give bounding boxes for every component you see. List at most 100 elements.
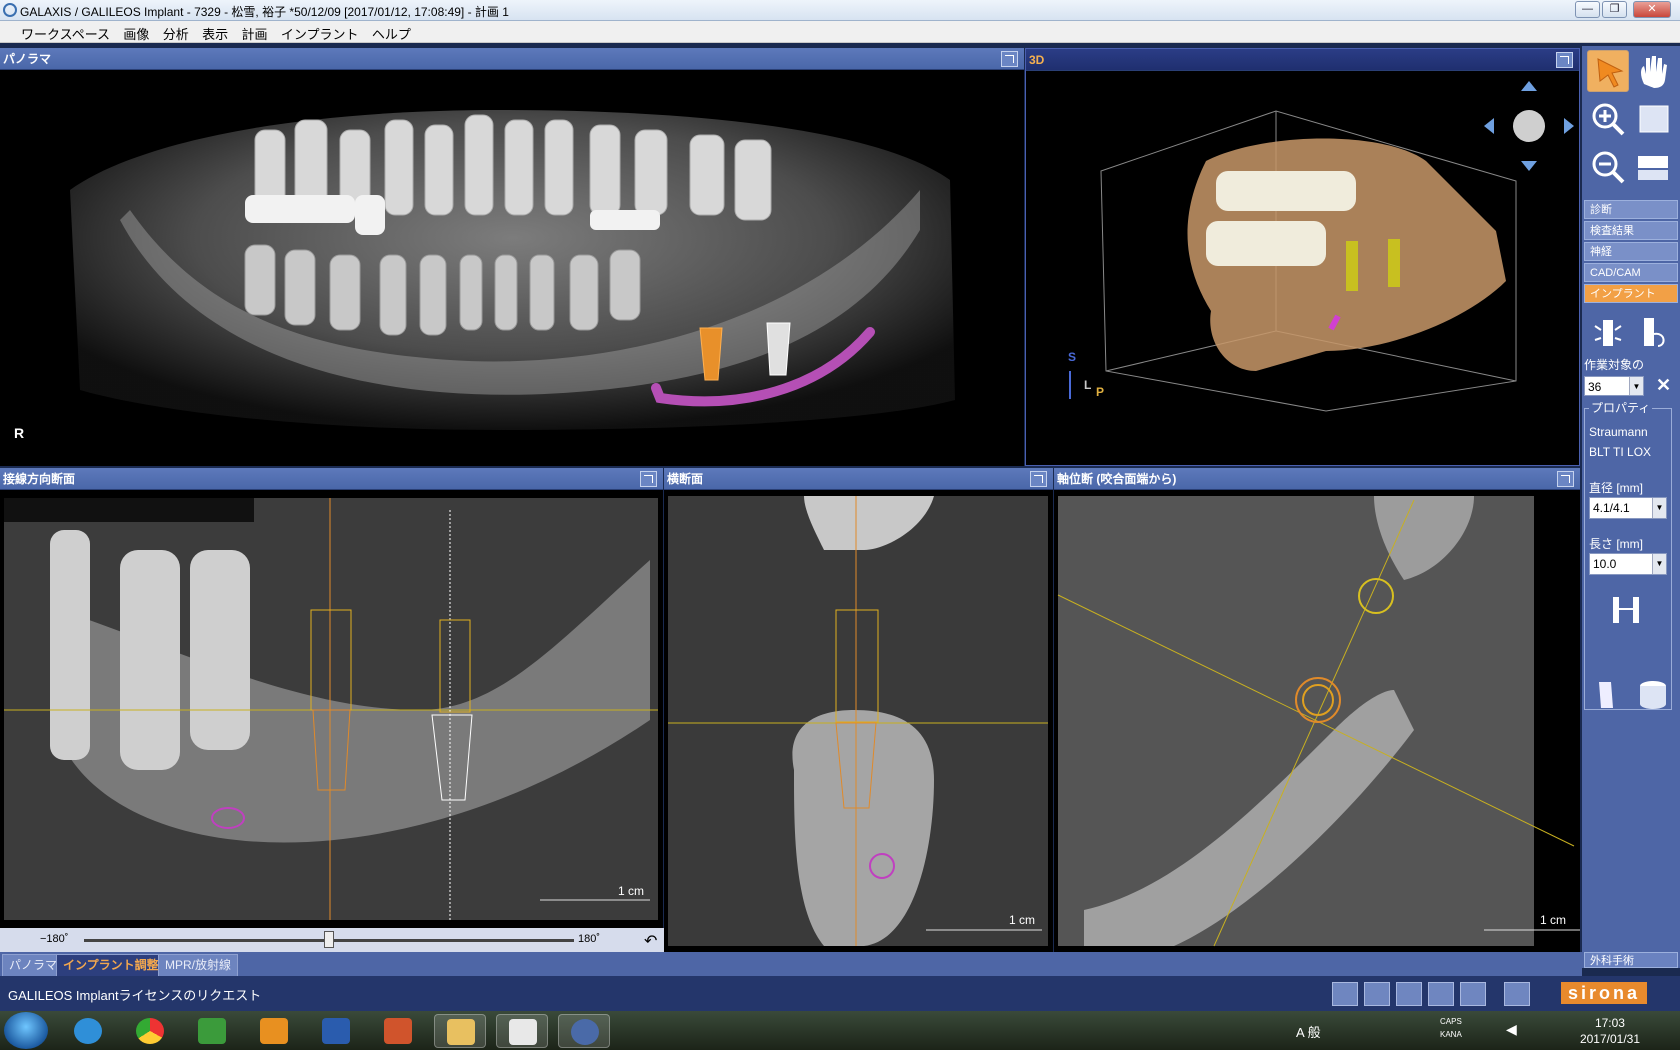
menu-implant[interactable]: インプラント	[276, 21, 364, 46]
axis-s-label: S	[1068, 350, 1076, 364]
measure-icon[interactable]	[1460, 982, 1486, 1006]
tab-implant-adjust[interactable]: インプラント調整	[56, 954, 166, 976]
menu-plan[interactable]: 計画	[236, 21, 272, 46]
media-taskbar-icon[interactable]	[248, 1014, 300, 1048]
zoom-in-icon[interactable]	[1587, 98, 1629, 140]
slice-layer-icon[interactable]	[1632, 146, 1674, 188]
minimize-button[interactable]: —	[1575, 1, 1600, 18]
chevron-down-icon: ▼	[1629, 377, 1643, 395]
surgery-button[interactable]: 外科手術	[1584, 952, 1678, 968]
3d-render[interactable]: S L P	[1026, 71, 1579, 465]
sleeve-icon[interactable]	[1587, 674, 1629, 716]
pan-hand-icon[interactable]	[1632, 50, 1674, 92]
tooth-view-icon[interactable]	[1396, 982, 1422, 1006]
panorama-header: パノラマ	[0, 48, 1024, 70]
panorama-title: パノラマ	[3, 52, 52, 66]
axial-scale: 1 cm	[1540, 913, 1566, 927]
zoom-out-icon[interactable]	[1587, 146, 1629, 188]
abutment-icon[interactable]	[1632, 312, 1674, 354]
properties-group: プロパティ Straumann BLT TI LOX 直径 [mm] 4.1/4…	[1584, 399, 1672, 710]
panorama-maximize-button[interactable]	[1001, 51, 1018, 67]
tangential-image[interactable]: 1 cm	[0, 490, 663, 928]
powerpoint-icon	[384, 1018, 412, 1044]
target-value: 36	[1588, 380, 1602, 394]
rotation-slider-strip: −180˚ 180˚ ↶	[0, 928, 664, 952]
3d-title: 3D	[1029, 53, 1045, 67]
delete-target-icon[interactable]: ✕	[1656, 375, 1671, 396]
start-button[interactable]	[4, 1012, 48, 1049]
3d-panel: 3D S L P	[1025, 48, 1580, 466]
chevron-down-icon: ▼	[1652, 554, 1666, 574]
3d-maximize-button[interactable]	[1556, 52, 1573, 68]
chrome-icon	[136, 1018, 164, 1044]
clock-time: 17:03	[1594, 1016, 1625, 1030]
cross-title: 横断面	[667, 472, 704, 486]
cross-scale: 1 cm	[1009, 913, 1035, 927]
menu-view[interactable]: 表示	[197, 21, 233, 46]
status-bar: GALILEOS Implantライセンスのリクエスト sirona	[0, 976, 1680, 1011]
menu-help[interactable]: ヘルプ	[367, 21, 416, 46]
implant-library-icon[interactable]	[1504, 982, 1530, 1006]
cross-image[interactable]: 1 cm	[664, 490, 1053, 952]
mode-cadcam[interactable]: CAD/CAM	[1584, 263, 1678, 282]
taskbar: A 般 CAPS KANA ◀ 17:03 2017/01/31	[0, 1011, 1680, 1050]
tooth-app-icon	[509, 1019, 537, 1045]
speaker-icon[interactable]: ◀	[1506, 1021, 1517, 1038]
axial-image[interactable]: 1 cm	[1054, 490, 1580, 952]
target-select[interactable]: 36 ▼	[1584, 376, 1644, 396]
diameter-select[interactable]: 4.1/4.1 ▼	[1589, 497, 1667, 519]
tab-panorama[interactable]: パノラマ	[2, 954, 65, 976]
slider-max-label: 180˚	[578, 933, 601, 945]
cross-panel: 横断面 1 cm	[664, 468, 1053, 952]
mode-results[interactable]: 検査結果	[1584, 221, 1678, 240]
media-player-icon	[260, 1018, 288, 1044]
chrome-taskbar-icon[interactable]	[124, 1014, 176, 1048]
sirona-logo: sirona	[1561, 982, 1647, 1004]
word-taskbar-icon[interactable]	[310, 1014, 362, 1048]
axis-indicator: S L P	[1068, 350, 1104, 399]
explorer-taskbar-icon[interactable]	[434, 1014, 486, 1048]
tangent-view-icon[interactable]	[1332, 982, 1358, 1006]
window-title: GALAXIS / GALILEOS Implant - 7329 - 松雪, …	[20, 5, 509, 19]
cylinder-icon[interactable]	[1632, 674, 1674, 716]
pointer-tool[interactable]	[1587, 50, 1629, 92]
right-toolbar: 診断 検査結果 神経 CAD/CAM インプラント 作業対象の 36 ▼ ✕ プロ…	[1582, 46, 1680, 968]
maximize-button[interactable]: ❐	[1602, 1, 1627, 18]
mode-implant[interactable]: インプラント	[1584, 284, 1678, 303]
cross-view-icon[interactable]	[1364, 982, 1390, 1006]
rotate-reset-icon[interactable]: ↶	[644, 931, 657, 951]
ie-icon	[74, 1018, 102, 1044]
galaxis-taskbar-icon[interactable]	[558, 1014, 610, 1048]
title-bar: GALAXIS / GALILEOS Implant - 7329 - 松雪, …	[0, 0, 1680, 21]
slider-min-label: −180˚	[40, 933, 69, 945]
tangential-maximize-button[interactable]	[640, 471, 657, 487]
tangential-header: 接線方向断面	[0, 468, 663, 490]
mode-diagnosis[interactable]: 診断	[1584, 200, 1678, 219]
tab-mpr-radial[interactable]: MPR/放射線	[158, 954, 239, 976]
implant-resize-icon[interactable]	[1605, 589, 1647, 631]
close-button[interactable]: ✕	[1633, 1, 1671, 18]
folder-icon	[447, 1019, 475, 1045]
system-clock[interactable]: 17:03 2017/01/31	[1580, 1015, 1640, 1047]
implant-placement-icon[interactable]	[1587, 312, 1629, 354]
target-label: 作業対象の	[1584, 358, 1645, 372]
ime-taskbar-icon[interactable]	[186, 1014, 238, 1048]
ie-taskbar-icon[interactable]	[62, 1014, 114, 1048]
length-select[interactable]: 10.0 ▼	[1589, 553, 1667, 575]
length-label: 長さ [mm]	[1589, 537, 1643, 551]
axial-maximize-button[interactable]	[1557, 471, 1574, 487]
sidexis-taskbar-icon[interactable]	[496, 1014, 548, 1048]
menu-analysis[interactable]: 分析	[158, 21, 194, 46]
powerpoint-taskbar-icon[interactable]	[372, 1014, 424, 1048]
menu-image[interactable]: 画像	[118, 21, 154, 46]
ime-mode-indicator[interactable]: A 般	[1296, 1022, 1321, 1041]
nerve-view-icon[interactable]	[1428, 982, 1454, 1006]
menu-workspace[interactable]: ワークスペース	[16, 21, 115, 46]
properties-label: プロパティ	[1589, 399, 1653, 416]
panorama-image[interactable]: R	[0, 70, 1024, 466]
mode-nerve[interactable]: 神経	[1584, 242, 1678, 261]
cross-maximize-button[interactable]	[1030, 471, 1047, 487]
window-level-icon[interactable]	[1632, 98, 1674, 140]
rotation-slider-thumb[interactable]	[324, 931, 334, 948]
cross-header: 横断面	[664, 468, 1053, 490]
